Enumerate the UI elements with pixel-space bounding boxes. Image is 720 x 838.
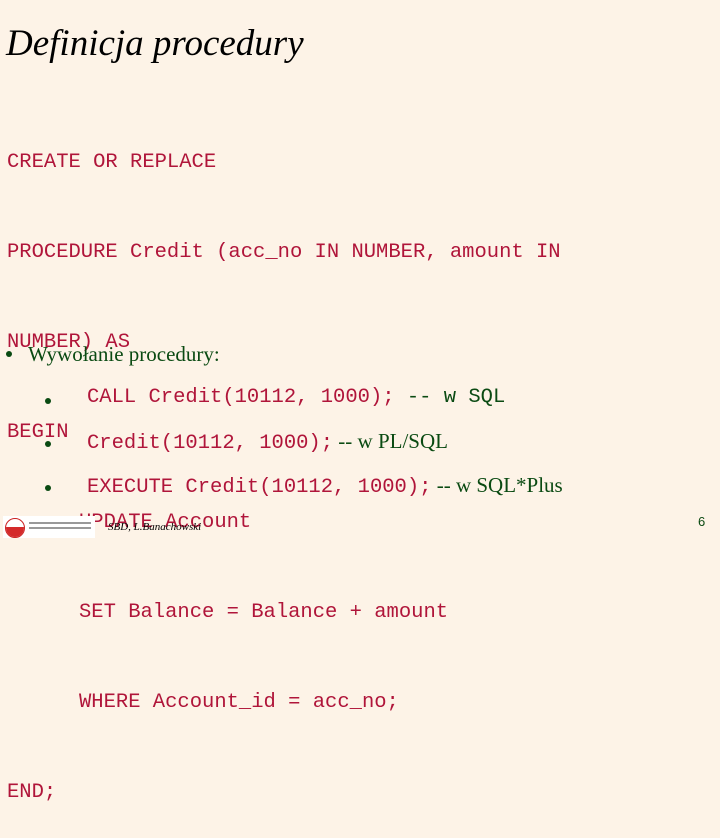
- slide-title: Definicja procedury: [6, 23, 304, 64]
- code-block: CREATE OR REPLACE PROCEDURE Credit (acc_…: [7, 88, 561, 838]
- call-comment: -- w PL/SQL: [333, 429, 448, 453]
- footer-author: SBD, L.Banachowski: [108, 521, 202, 533]
- code-line: CREATE OR REPLACE: [7, 151, 217, 174]
- call-code: CALL Credit(10112, 1000);: [87, 386, 395, 409]
- code-line: SET Balance = Balance + amount: [79, 601, 449, 624]
- code-line: WHERE Account_id = acc_no;: [79, 691, 399, 714]
- logo-text-lines: [29, 522, 91, 532]
- bullet-icon: [45, 485, 51, 491]
- bullet-icon: [45, 398, 51, 404]
- bullet-heading: Wywołanie procedury:: [6, 342, 220, 367]
- bullet-icon: [6, 351, 12, 358]
- code-line: PROCEDURE Credit (acc_no IN NUMBER, amou…: [7, 241, 561, 264]
- call-comment: -- w SQL: [394, 386, 506, 409]
- university-logo-icon: [3, 516, 95, 538]
- call-code: Credit(10112, 1000);: [87, 432, 334, 455]
- logo-circle-icon: [5, 518, 25, 538]
- call-code: EXECUTE Credit(10112, 1000);: [87, 476, 432, 499]
- call-comment: -- w SQL*Plus: [431, 473, 563, 497]
- code-line: END;: [7, 781, 57, 804]
- page-number: 6: [698, 514, 706, 529]
- bullet-heading-text: Wywołanie procedury:: [28, 342, 220, 366]
- bullet-icon: [45, 441, 51, 447]
